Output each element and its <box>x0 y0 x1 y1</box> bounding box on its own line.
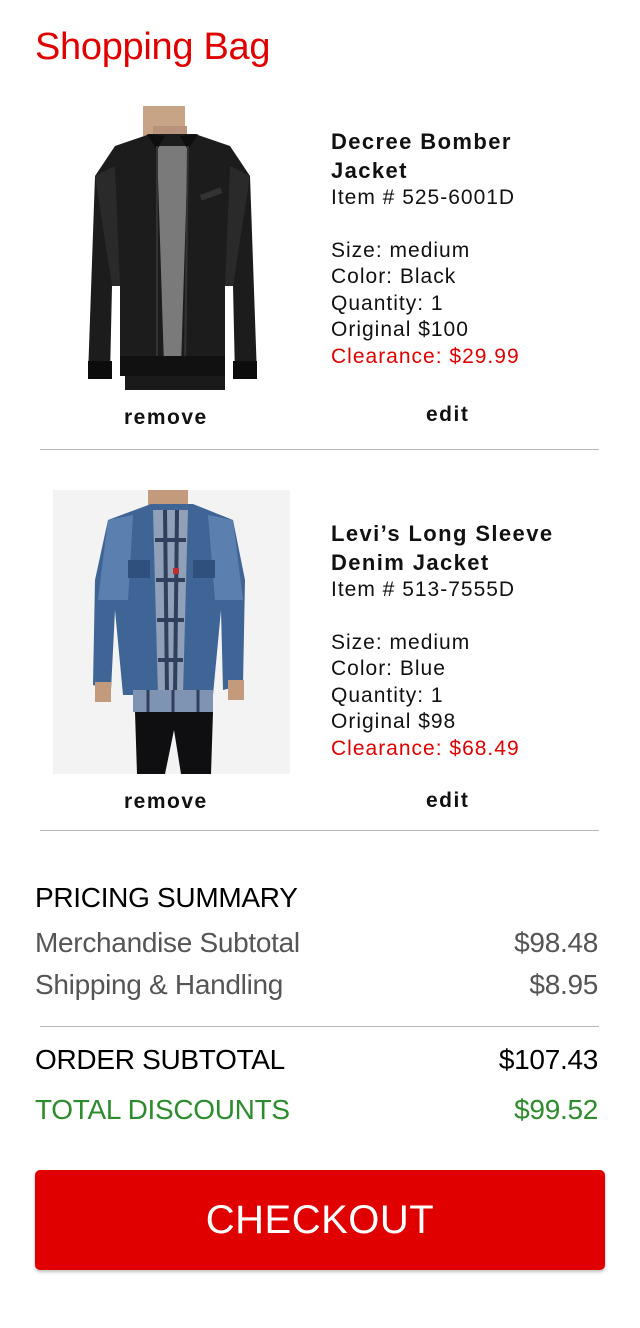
product-name: Decree Bomber <box>331 129 512 154</box>
shipping-row: Shipping & Handling $8.95 <box>35 969 598 1001</box>
merchandise-subtotal-row: Merchandise Subtotal $98.48 <box>35 927 598 959</box>
product-image-bomber-jacket[interactable] <box>85 106 260 390</box>
product-name: Levi’s Long Sleeve <box>331 521 554 546</box>
item-number: Item # 513-7555D <box>331 578 516 601</box>
quantity-label: Quantity: 1 <box>331 683 444 707</box>
remove-button[interactable]: remove <box>124 790 208 814</box>
product-name-line2: Denim Jacket <box>331 550 490 575</box>
color-label: Color: Black <box>331 265 457 288</box>
clearance-price: Clearance: $68.49 <box>331 736 520 760</box>
product-name-line2: Jacket <box>331 158 408 183</box>
shipping-label: Shipping & Handling <box>35 969 284 1000</box>
clearance-price: Clearance: $29.99 <box>331 344 520 368</box>
edit-button[interactable]: edit <box>426 789 469 813</box>
page-title: Shopping Bag <box>35 26 271 68</box>
merchandise-subtotal-label: Merchandise Subtotal <box>35 927 300 958</box>
product-details: Decree Bomber Jacket Item # 525-6001D Si… <box>331 127 520 370</box>
order-subtotal-value: $107.43 <box>498 1044 598 1075</box>
pricing-summary-heading: PRICING SUMMARY <box>35 882 298 913</box>
order-subtotal-row: ORDER SUBTOTAL $107.43 <box>35 1044 598 1076</box>
divider <box>40 449 599 450</box>
total-discounts-row: TOTAL DISCOUNTS $99.52 <box>35 1094 598 1126</box>
remove-button[interactable]: remove <box>124 406 208 430</box>
divider <box>40 830 599 831</box>
color-label: Color: Blue <box>331 657 446 680</box>
quantity-label: Quantity: 1 <box>331 291 444 315</box>
edit-button[interactable]: edit <box>426 403 469 427</box>
total-discounts-label: TOTAL DISCOUNTS <box>35 1094 290 1125</box>
total-discounts-value: $99.52 <box>514 1094 598 1125</box>
original-price: Original $98 <box>331 710 457 733</box>
product-image-denim-jacket[interactable] <box>53 490 290 774</box>
size-label: Size: medium <box>331 630 471 654</box>
size-label: Size: medium <box>331 238 471 262</box>
item-number: Item # 525-6001D <box>331 186 516 209</box>
divider <box>40 1026 599 1027</box>
shipping-value: $8.95 <box>529 969 598 1000</box>
merchandise-subtotal-value: $98.48 <box>514 927 598 958</box>
product-details: Levi’s Long Sleeve Denim Jacket Item # 5… <box>331 519 553 762</box>
order-subtotal-label: ORDER SUBTOTAL <box>35 1044 285 1075</box>
original-price: Original $100 <box>331 318 469 341</box>
checkout-button[interactable]: CHECKOUT <box>35 1170 605 1270</box>
